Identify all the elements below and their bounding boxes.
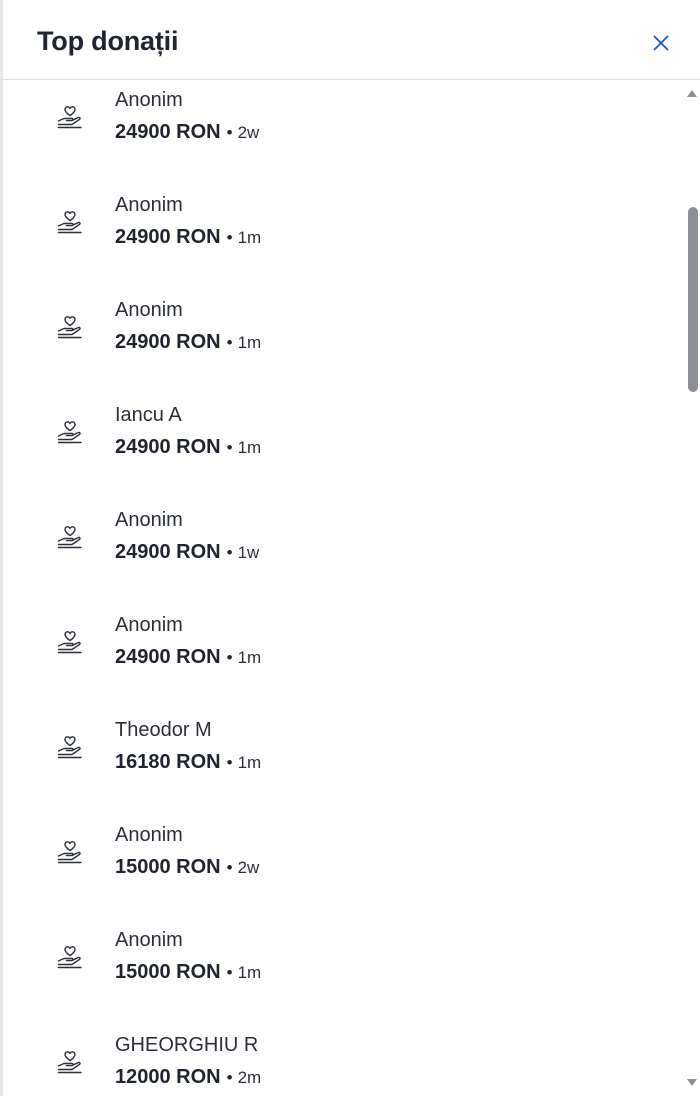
donation-item: Theodor M 16180 RON • 1m [0,711,684,816]
separator-dot: • [226,438,233,457]
scroll-down-arrow-icon[interactable] [687,1079,697,1086]
donation-meta: 24900 RON • 1m [115,436,261,459]
donation-meta: 15000 RON • 2w [115,856,259,879]
donation-item: Anonim 15000 RON • 2w [0,816,684,921]
donation-hand-heart-icon [57,841,82,864]
donor-name: Theodor M [115,719,212,741]
donation-hand-heart-icon [57,631,82,654]
donor-name: Anonim [115,929,183,951]
separator-dot: • [226,123,233,142]
donation-time-ago: 2w [237,123,260,142]
donation-time-ago: 1m [237,438,262,457]
list-scrollbar[interactable] [684,81,700,1096]
donation-hand-heart-icon [57,946,82,969]
separator-dot: • [226,333,233,352]
dialog-header: Top donații [0,0,700,80]
donation-meta: 24900 RON • 1m [115,226,261,249]
scrollbar-thumb[interactable] [688,207,698,392]
donation-time-ago: 1m [237,648,262,667]
donation-amount: 16180 RON [115,751,221,773]
donation-item: Anonim 24900 RON • 1m [0,606,684,711]
close-icon [653,35,669,51]
donation-item: Anonim 15000 RON • 1m [0,921,684,1026]
donation-amount: 24900 RON [115,226,221,248]
donation-hand-heart-icon [57,106,82,129]
donor-name: Anonim [115,89,183,111]
donation-time-ago: 2m [237,1068,262,1087]
donation-amount: 12000 RON [115,1066,221,1088]
donation-time-ago: 2w [237,858,260,877]
close-button[interactable] [644,26,678,60]
donor-name: Anonim [115,299,183,321]
donation-meta: 24900 RON • 1w [115,541,259,564]
donation-hand-heart-icon [57,1051,82,1074]
donation-meta: 12000 RON • 2m [115,1066,261,1089]
donation-amount: 24900 RON [115,121,221,143]
donations-list[interactable]: Anonim 24900 RON • 2w Anonim 24900 RON • 1m [0,81,684,1096]
donation-hand-heart-icon [57,421,82,444]
donor-name: GHEORGHIU R [115,1034,259,1056]
separator-dot: • [226,1068,233,1087]
donation-item: Anonim 24900 RON • 1w [0,501,684,606]
donor-name: Iancu A [115,404,182,426]
donation-time-ago: 1m [237,333,262,352]
separator-dot: • [226,963,233,982]
donation-amount: 24900 RON [115,436,221,458]
donation-amount: 15000 RON [115,856,221,878]
separator-dot: • [226,648,233,667]
donation-item: Anonim 24900 RON • 1m [0,186,684,291]
donation-time-ago: 1w [237,543,260,562]
scroll-up-arrow-icon[interactable] [687,90,697,97]
donation-item: Iancu A 24900 RON • 1m [0,396,684,501]
dialog-title: Top donații [37,26,179,56]
donor-name: Anonim [115,614,183,636]
donor-name: Anonim [115,824,183,846]
donation-amount: 15000 RON [115,961,221,983]
donor-name: Anonim [115,194,183,216]
donation-time-ago: 1m [237,963,262,982]
donation-meta: 16180 RON • 1m [115,751,261,774]
donation-hand-heart-icon [57,316,82,339]
donation-hand-heart-icon [57,211,82,234]
separator-dot: • [226,858,233,877]
separator-dot: • [226,543,233,562]
donation-meta: 24900 RON • 1m [115,331,261,354]
donation-meta: 24900 RON • 2w [115,121,259,144]
donation-meta: 24900 RON • 1m [115,646,261,669]
donation-time-ago: 1m [237,753,262,772]
donation-hand-heart-icon [57,736,82,759]
separator-dot: • [226,753,233,772]
donation-item: Anonim 24900 RON • 2w [0,81,684,186]
donation-amount: 24900 RON [115,646,221,668]
donation-meta: 15000 RON • 1m [115,961,261,984]
donation-hand-heart-icon [57,526,82,549]
donation-item: Anonim 24900 RON • 1m [0,291,684,396]
donation-time-ago: 1m [237,228,262,247]
separator-dot: • [226,228,233,247]
donation-amount: 24900 RON [115,331,221,353]
donation-item: GHEORGHIU R 12000 RON • 2m [0,1026,684,1096]
donation-amount: 24900 RON [115,541,221,563]
top-donations-dialog: Top donații Anonim 24900 RON • 2w Anonim… [0,0,700,1096]
donor-name: Anonim [115,509,183,531]
